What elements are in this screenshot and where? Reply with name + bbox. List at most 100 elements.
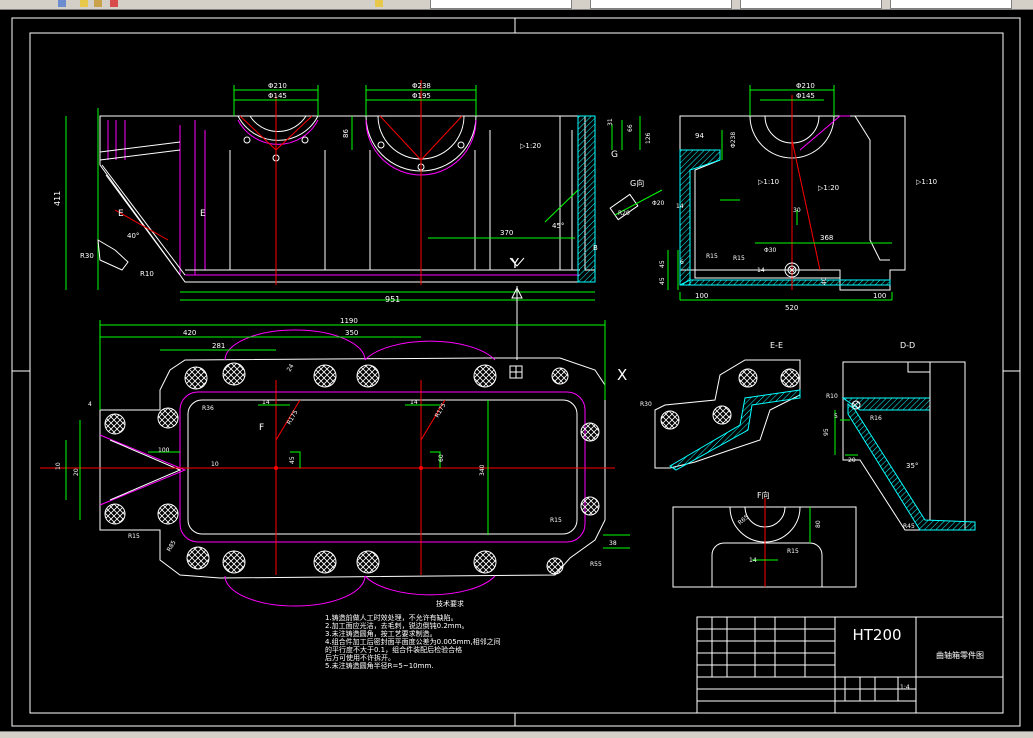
dim-411: 411 (53, 191, 62, 206)
note-line: 的平行度不大于0.1，组合件装配后检验合格 (325, 646, 463, 654)
layer-icon[interactable] (58, 0, 66, 7)
color-dropdown[interactable] (590, 0, 732, 9)
plan-281: 281 (212, 342, 225, 350)
note-line: 3.未注铸造圆角，按工艺要求制造。 (325, 630, 437, 638)
ee-r30: R30 (640, 401, 652, 408)
layer-states-icon[interactable] (375, 0, 383, 7)
f-80: 80 (815, 520, 822, 528)
section-ee (654, 359, 801, 471)
dim-126: 126 (645, 132, 652, 144)
dd-r10: R10 (826, 393, 838, 400)
plan-r85: R85 (166, 539, 178, 553)
side-100b: 100 (873, 292, 886, 300)
plan-38: 38 (609, 540, 617, 547)
dim-g-r20: R20 (618, 210, 630, 217)
dd-35deg: 35° (906, 462, 918, 470)
dim-r30: R30 (80, 252, 94, 260)
side-30: 30 (793, 207, 801, 214)
material-label: HT200 (852, 626, 902, 644)
lineweight-dropdown[interactable] (890, 0, 1012, 9)
note-line: 5.未注铸造圆角半径R=5~10mm. (325, 662, 434, 670)
lock-icon[interactable] (94, 0, 102, 7)
side-40: 40 (821, 277, 828, 285)
plan-14b: 14 (410, 399, 418, 406)
cut-f: F (259, 423, 264, 433)
side-45b: 45 (659, 277, 666, 285)
dim-66: 66 (627, 124, 634, 132)
dim-951: 951 (385, 295, 400, 304)
plan-60: 60 (438, 454, 445, 462)
plan-420: 420 (183, 329, 196, 337)
cut-b: B (593, 244, 598, 252)
side-94: 94 (695, 132, 704, 140)
dim-phi195: Φ195 (412, 92, 431, 100)
layer-dropdown[interactable] (430, 0, 572, 9)
side-r15b: R15 (733, 255, 745, 262)
cut-e-right: E (200, 209, 206, 219)
side-phi210: Φ210 (796, 82, 815, 90)
linetype-dropdown[interactable] (740, 0, 882, 9)
cut-e-left: E (118, 209, 124, 219)
view-f (672, 498, 857, 588)
f-14: 14 (749, 557, 757, 564)
plan-r175b: R175 (434, 402, 448, 419)
dim-40deg: 40° (127, 232, 139, 240)
plan-r15: R15 (550, 517, 562, 524)
dd-r16: R16 (870, 415, 882, 422)
plan-r15b: R15 (128, 533, 140, 540)
f-r65: R65 (737, 513, 751, 526)
side-6: 6 (680, 259, 684, 266)
dim-phi145: Φ145 (268, 92, 287, 100)
note-line: 2.加工面应光洁，去毛刺，锐边倒钝0.2mm。 (325, 622, 469, 630)
dim-phi210: Φ210 (268, 82, 287, 90)
dim-r10: R10 (140, 270, 154, 278)
dim-phi238: Φ238 (412, 82, 431, 90)
dim-31: 31 (607, 118, 614, 126)
view-f-label: F向 (757, 490, 770, 500)
side-taper-1: ▷1:10 (758, 178, 779, 186)
dd-20: 20 (848, 457, 856, 464)
plan-340: 340 (479, 464, 486, 476)
side-14b: 14 (757, 267, 765, 274)
taper-1-20: ▷1:20 (520, 142, 541, 150)
plan-10b: 10 (211, 461, 219, 468)
plan-4: 4 (88, 401, 92, 408)
drawing-scale: 1:4 (900, 684, 910, 691)
dim-g-phi: Φ20 (652, 200, 665, 207)
side-100a: 100 (695, 292, 708, 300)
dd-95: 95 (823, 428, 830, 436)
note-line: 1.铸造前做人工时效处理，不允许有缺陷。 (325, 614, 458, 622)
dim-45deg: 45° (552, 222, 564, 230)
notes-title: 技术要求 (436, 600, 464, 608)
plan-r175: R175 (286, 409, 300, 426)
axis-y: Y (510, 257, 519, 272)
dd-r45: R45 (903, 523, 915, 530)
dim-370: 370 (500, 229, 513, 237)
note-line: 4.组合件加工后密封面平面度公差为0.005mm,相邻之间 (325, 638, 501, 646)
note-line: 后方可使用不许拆开。 (325, 654, 395, 662)
dd-5: 5 (834, 413, 838, 420)
side-238: Φ238 (730, 132, 737, 148)
plan-20: 20 (73, 468, 80, 476)
side-14: 14 (676, 203, 684, 210)
dim-86: 86 (342, 129, 350, 138)
technical-notes: 技术要求 1.铸造前做人工时效处理，不允许有缺陷。 2.加工面应光洁，去毛刺，锐… (325, 600, 575, 670)
side-520: 520 (785, 304, 798, 312)
view-g-label: G向 (630, 178, 644, 188)
plan-10: 10 (55, 462, 62, 470)
section-dd (834, 361, 976, 531)
side-view (667, 85, 906, 301)
color-icon[interactable] (110, 0, 118, 7)
plan-350: 350 (345, 329, 358, 337)
plan-14: 14 (262, 399, 270, 406)
side-taper-2: ▷1:20 (818, 184, 839, 192)
side-45a: 45 (659, 260, 666, 268)
axis-x: X (617, 366, 627, 384)
plan-r55: R55 (590, 561, 602, 568)
side-r15a: R15 (706, 253, 718, 260)
bulb-icon[interactable] (80, 0, 88, 7)
f-r15: R15 (787, 548, 799, 555)
side-phi30: Φ30 (764, 247, 777, 254)
side-phi145: Φ145 (796, 92, 815, 100)
side-taper-3: ▷1:10 (916, 178, 937, 186)
